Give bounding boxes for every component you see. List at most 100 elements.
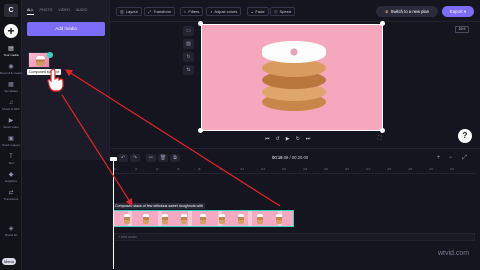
stock-video-icon: ▶ bbox=[8, 118, 14, 124]
rail-item-stock-video[interactable]: ▶ Stock video bbox=[0, 118, 22, 134]
speed-button[interactable]: ◷ Speed bbox=[270, 7, 296, 16]
ruler-tick: |22 bbox=[345, 167, 350, 171]
graphics-icon: ◆ bbox=[8, 172, 14, 178]
ruler-tick: |28 bbox=[408, 167, 413, 171]
ruler-tick: |2 bbox=[135, 167, 138, 171]
rail-item-your-media[interactable]: ▤ Your media bbox=[0, 46, 22, 62]
clip-frame-thumbnail bbox=[257, 214, 263, 224]
speed-icon: ◷ bbox=[274, 9, 278, 14]
library-tabs: ALL PHOTO VIDEO AUDIO bbox=[27, 7, 87, 15]
ruler-tick: |12 bbox=[240, 167, 245, 171]
rail-item-text[interactable]: T Text bbox=[0, 154, 22, 170]
fit-icon[interactable]: ▭ bbox=[183, 26, 194, 36]
brand-kit-icon: ◈ bbox=[8, 226, 14, 232]
upgrade-plan-button[interactable]: ♛ Switch to a new plan bbox=[376, 6, 438, 17]
templates-icon: ▦ bbox=[8, 82, 14, 88]
ruler-tick: |10 bbox=[219, 167, 224, 171]
menu-button[interactable]: Menu bbox=[2, 258, 16, 265]
playback-controls: ⏮ ↺ ▶ ↻ ⏭ bbox=[265, 134, 310, 144]
clip-frame-thumbnail bbox=[181, 214, 187, 224]
fullscreen-icon[interactable]: ⛶ bbox=[378, 135, 382, 141]
crop-icon[interactable]: ▨ bbox=[183, 39, 194, 49]
cut-icon[interactable]: ✂ bbox=[146, 154, 156, 162]
skip-back-icon[interactable]: ⏮ bbox=[265, 134, 270, 144]
playhead[interactable] bbox=[113, 159, 114, 269]
zoom-in-icon[interactable]: + bbox=[434, 154, 443, 162]
clip-frame-thumbnail bbox=[276, 214, 282, 224]
fade-icon: ◒ bbox=[251, 9, 254, 14]
watermark: wtvid.com bbox=[438, 250, 470, 257]
resize-handle-br[interactable] bbox=[380, 128, 385, 133]
help-button[interactable]: ? bbox=[458, 129, 472, 143]
ruler-tick: |32 bbox=[450, 167, 455, 171]
left-rail: C + ▤ Your media ◉ Record & create ▦ Tem… bbox=[0, 0, 22, 270]
crown-icon: ♛ bbox=[384, 9, 389, 14]
timeline-ruler[interactable]: |0 |2 |4 |6 |8 |10 |12 |14 |16 |18 |20 |22 |24 |26 |28… bbox=[114, 166, 476, 174]
tab-audio[interactable]: AUDIO bbox=[76, 7, 88, 15]
ruler-tick: |26 bbox=[387, 167, 392, 171]
video-clip[interactable] bbox=[113, 210, 294, 227]
timecode: 00:19.08 / 00:20.00 bbox=[272, 155, 309, 160]
add-media-button[interactable]: Add media bbox=[27, 22, 105, 36]
video-preview[interactable] bbox=[201, 24, 383, 131]
record-icon: ◉ bbox=[8, 64, 14, 70]
ruler-tick: |6 bbox=[177, 167, 180, 171]
clip-frame-thumbnail bbox=[238, 214, 244, 224]
resize-handle-tl[interactable] bbox=[198, 21, 203, 26]
filters-button[interactable]: ◐ Filters bbox=[180, 7, 204, 16]
rail-item-transitions[interactable]: ⇄ Transitions bbox=[0, 190, 22, 206]
transform-button[interactable]: ⤢ Transform bbox=[144, 7, 176, 16]
rail-item-record[interactable]: ◉ Record & create bbox=[0, 64, 22, 80]
rail-item-music[interactable]: ♫ Music & SFX bbox=[0, 100, 22, 116]
app-logo[interactable]: C bbox=[4, 4, 18, 17]
preview-side-tools: ▭ ▨ ↻ ⇅ bbox=[183, 26, 195, 76]
ruler-tick: |14 bbox=[261, 167, 266, 171]
adjust-colors-icon: ◑ bbox=[210, 9, 213, 14]
clip-frame-thumbnail bbox=[162, 214, 168, 224]
tab-photo[interactable]: PHOTO bbox=[40, 7, 53, 15]
export-button[interactable]: Export ▾ bbox=[442, 6, 474, 17]
layout-button[interactable]: ▥ Layout bbox=[116, 7, 142, 16]
clip-frame-thumbnail bbox=[124, 214, 130, 224]
ruler-tick: |0 bbox=[114, 167, 117, 171]
copy-icon[interactable]: ⧉ bbox=[170, 154, 180, 162]
flip-icon[interactable]: ⇅ bbox=[183, 65, 194, 75]
redo-icon[interactable]: ↷ bbox=[130, 154, 140, 162]
media-library-panel: ALL PHOTO VIDEO AUDIO Add media Composed… bbox=[22, 0, 110, 160]
delete-icon[interactable]: 🗑 bbox=[158, 154, 168, 162]
ruler-tick: |24 bbox=[366, 167, 371, 171]
resize-handle-tr[interactable] bbox=[380, 21, 385, 26]
create-new-button[interactable]: + bbox=[4, 24, 18, 38]
ruler-tick: |20 bbox=[324, 167, 329, 171]
skip-forward-icon[interactable]: ⏭ bbox=[306, 134, 311, 144]
rail-item-graphics[interactable]: ◆ Graphics bbox=[0, 172, 22, 188]
audio-track[interactable]: + Add audio bbox=[113, 233, 475, 241]
adjust-colors-button[interactable]: ◑ Adjust colors bbox=[206, 7, 242, 16]
tab-all[interactable]: ALL bbox=[27, 7, 34, 15]
rail-item-stock-images[interactable]: ▣ Stock images bbox=[0, 136, 22, 152]
zoom-out-icon[interactable]: − bbox=[446, 154, 455, 162]
undo-icon[interactable]: ↶ bbox=[118, 154, 128, 162]
forward-icon[interactable]: ↻ bbox=[296, 134, 300, 144]
hand-cursor-icon bbox=[47, 68, 64, 92]
rail-item-templates[interactable]: ▦ Templates bbox=[0, 82, 22, 98]
rewind-icon[interactable]: ↺ bbox=[276, 134, 280, 144]
check-icon bbox=[47, 52, 53, 58]
fade-button[interactable]: ◒ Fade bbox=[247, 7, 269, 16]
aspect-ratio-button[interactable]: 16:9 bbox=[455, 26, 469, 33]
tab-video[interactable]: VIDEO bbox=[58, 7, 69, 15]
rotate-icon[interactable]: ↻ bbox=[183, 52, 194, 62]
music-icon: ♫ bbox=[8, 100, 14, 106]
fit-timeline-icon[interactable]: ⤢ bbox=[460, 154, 469, 162]
play-icon[interactable]: ▶ bbox=[286, 134, 290, 144]
filters-icon: ◐ bbox=[184, 9, 187, 14]
donut-frosted-top bbox=[262, 41, 326, 63]
ruler-tick: |4 bbox=[156, 167, 159, 171]
resize-handle-bl[interactable] bbox=[198, 128, 203, 133]
ruler-tick: |16 bbox=[282, 167, 287, 171]
rail-item-brand-kit[interactable]: ◈ Brand kit bbox=[0, 226, 22, 242]
transitions-icon: ⇄ bbox=[8, 190, 14, 196]
clip-frame-thumbnail bbox=[143, 214, 149, 224]
add-audio-label: + Add audio bbox=[118, 235, 137, 239]
clip-label: Composed stack of few delicious sweet do… bbox=[113, 203, 205, 209]
